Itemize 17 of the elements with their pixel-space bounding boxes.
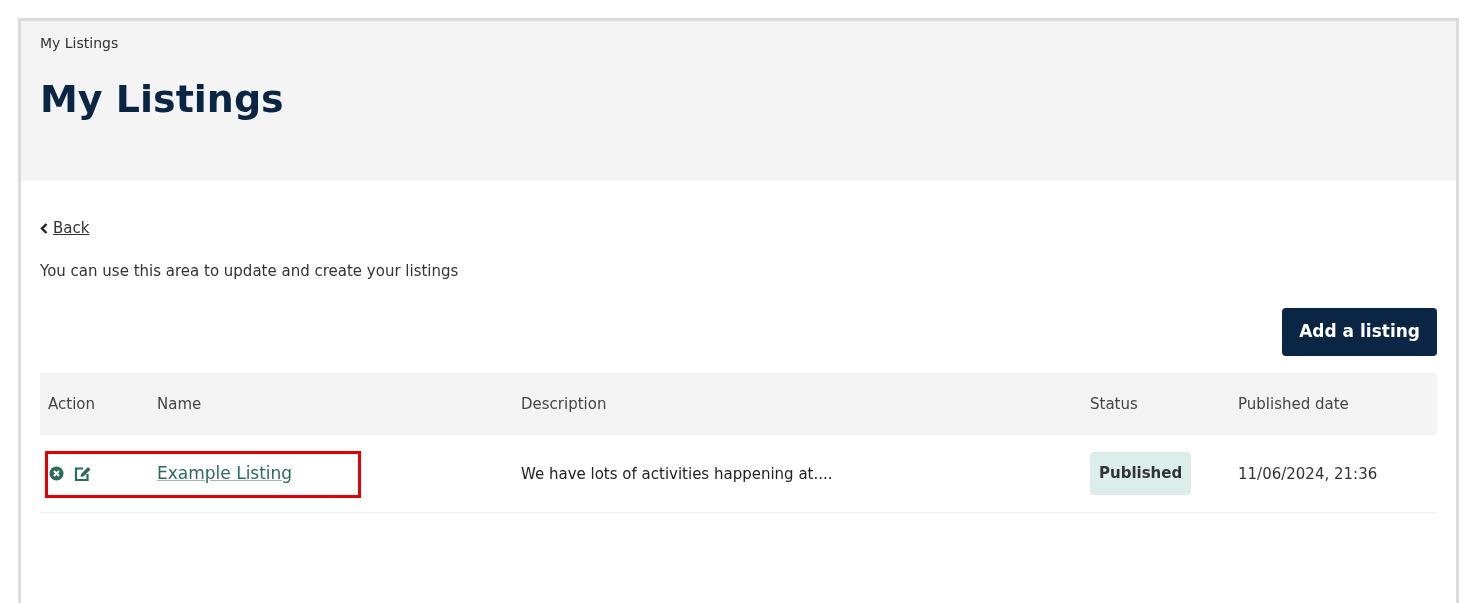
- breadcrumb[interactable]: My Listings: [40, 33, 1437, 54]
- column-header: Published date: [1238, 395, 1349, 413]
- back-link[interactable]: Back: [53, 217, 90, 240]
- column-header: Status: [1090, 395, 1138, 413]
- edit-icon[interactable]: [74, 465, 92, 482]
- published-date-cell: 11/06/2024, 21:36: [1238, 464, 1378, 483]
- status-badge: Published: [1090, 452, 1192, 495]
- intro-text: You can use this area to update and create your listings: [40, 260, 460, 282]
- description-cell: We have lots of activities happening at....: [521, 464, 833, 483]
- remove-icon[interactable]: [49, 466, 64, 481]
- listing-name-link[interactable]: Example Listing: [157, 462, 293, 483]
- add-listing-button[interactable]: Add a listing: [1282, 308, 1437, 356]
- page-title: My Listings: [40, 80, 285, 118]
- column-header: Action: [48, 395, 95, 413]
- chevron-left-icon: [40, 222, 48, 234]
- column-header: Description: [521, 395, 607, 413]
- column-header: Name: [157, 395, 202, 413]
